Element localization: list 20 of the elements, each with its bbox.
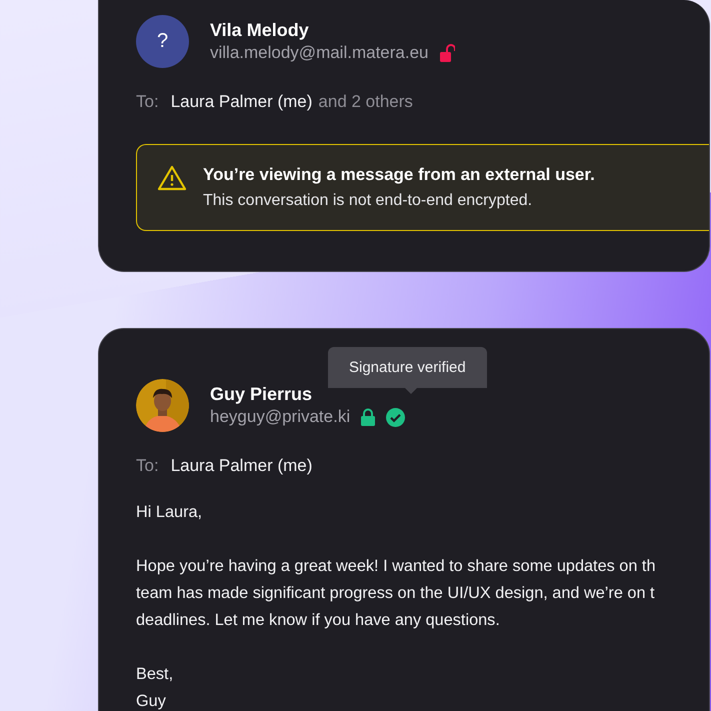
lock-icon <box>360 408 376 426</box>
sender-name: Vila Melody <box>210 20 310 41</box>
warning-text: This conversation is not end-to-end encrypted. <box>203 192 534 210</box>
other-recipients: and 2 others <box>318 92 413 112</box>
recipient: Laura Palmer (me) <box>170 456 312 476</box>
body-paragraph: Hi Laura, <box>136 502 204 523</box>
to-label: To: <box>136 456 159 476</box>
to-label: To: <box>136 92 159 112</box>
recipient: Laura Palmer (me) <box>170 92 312 112</box>
warning-title: You’re viewing a message from an external user. <box>203 165 595 185</box>
avatar: ? <box>136 15 189 68</box>
tooltip: Signature verified <box>328 347 487 394</box>
sender-email: heyguy@private.ki <box>210 407 350 427</box>
sender-name: Guy Pierrus <box>210 384 314 405</box>
sender-email: villa.melody@mail.matera.eu <box>210 43 429 63</box>
open-lock-icon <box>438 44 455 62</box>
warning-icon <box>157 165 187 191</box>
body-paragraph: Best, Guy <box>136 664 174 711</box>
body-paragraph: Hope you’re having a great week! I wanted to share some updates on th team has made significant progress on the UI/UX design, and we’re on t deadlines. Let me know if you have any questions. <box>136 556 657 631</box>
check-circle-icon[interactable] <box>386 408 406 426</box>
